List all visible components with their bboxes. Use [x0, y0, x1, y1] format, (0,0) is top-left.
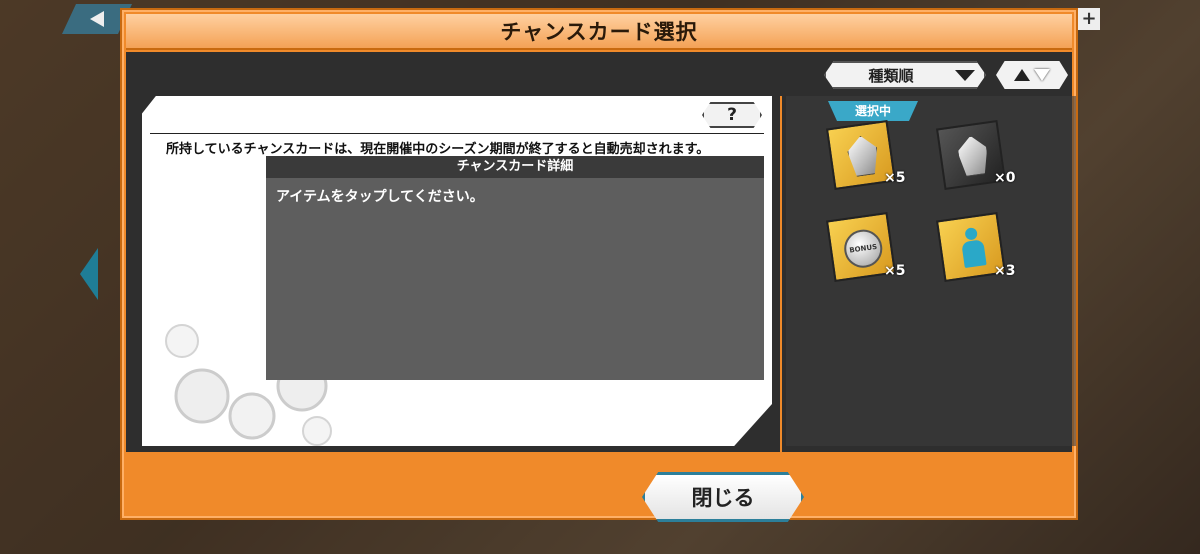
person-icon [957, 226, 988, 269]
card-detail-text: アイテムをタップしてください。 [276, 189, 484, 205]
sort-selected-label: 種類順 [868, 66, 914, 85]
card-count: ×0 [994, 170, 1016, 186]
card-count: ×5 [884, 263, 906, 279]
auto-sell-notice: 所持しているチャンスカードは、現在開催中のシーズン期間が終了すると自動売却されま… [166, 142, 710, 157]
left-arrow-icon [80, 248, 98, 300]
panel-divider [780, 96, 782, 452]
card-count: ×3 [994, 263, 1016, 279]
close-button[interactable]: 閉じる [642, 472, 804, 522]
gem-icon [845, 134, 880, 178]
info-panel: ? 所持しているチャンスカードは、現在開催中のシーズン期間が終了すると自動売却さ… [142, 96, 772, 446]
sort-order-toggle-button[interactable] [996, 61, 1068, 89]
gem-icon [955, 134, 990, 178]
arrow-down-icon [1034, 69, 1050, 81]
dialog-title: チャンスカード選択 [500, 20, 698, 44]
chance-card-select-dialog: チャンスカード選択 種類順 ? 所持しているチャンスカードは、現在開催中のシーズ… [120, 8, 1078, 522]
divider-line [150, 133, 764, 134]
sort-dropdown[interactable]: 種類順 [824, 61, 986, 89]
selected-badge: 選択中 [828, 101, 918, 121]
chevron-down-icon [946, 63, 984, 87]
plus-icon: + [1078, 8, 1100, 30]
dialog-title-bar: チャンスカード選択 [126, 14, 1072, 50]
card-detail-panel: アイテムをタップしてください。 [266, 178, 764, 380]
card-count: ×5 [884, 170, 906, 186]
dialog-content: 種類順 ? 所持しているチャンスカードは、現在開催中のシーズン期間が終了すると自… [126, 52, 1076, 452]
arrow-up-icon [1014, 69, 1030, 81]
card-grid: 選択中 ×5 ×0 BONUS ×5 ×3 [786, 96, 1076, 446]
bonus-coin-icon: BONUS [841, 227, 885, 271]
card-detail-header: チャンスカード詳細 [266, 156, 764, 178]
help-button[interactable]: ? [702, 102, 762, 128]
